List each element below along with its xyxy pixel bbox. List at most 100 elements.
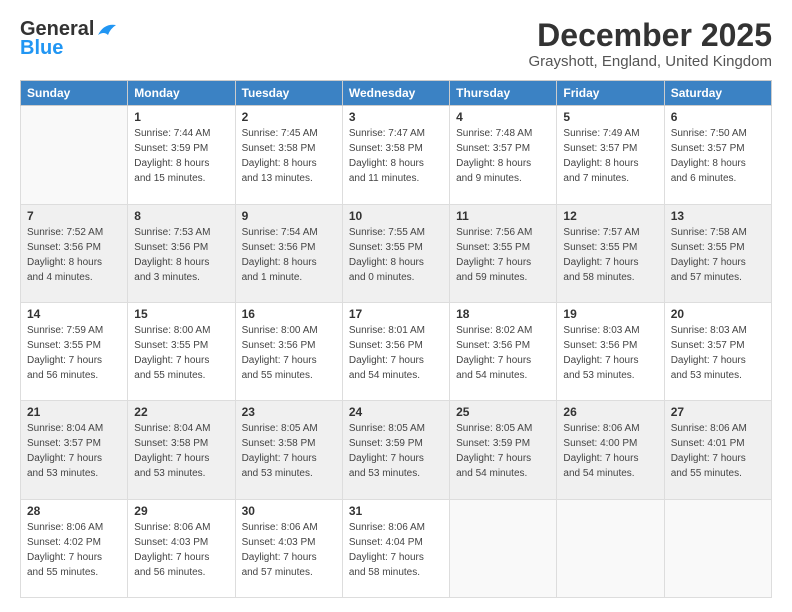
day-info: Sunrise: 8:06 AM Sunset: 4:03 PM Dayligh… bbox=[242, 520, 336, 580]
table-row: 6 Sunrise: 7:50 AM Sunset: 3:57 PM Daylig… bbox=[664, 106, 771, 204]
header-monday: Monday bbox=[128, 81, 235, 106]
day-number: 19 bbox=[563, 307, 657, 321]
table-row: 17 Sunrise: 8:01 AM Sunset: 3:56 PM Dayli… bbox=[342, 302, 449, 400]
table-row: 22 Sunrise: 8:04 AM Sunset: 3:58 PM Dayli… bbox=[128, 401, 235, 499]
calendar-table: Sunday Monday Tuesday Wednesday Thursday… bbox=[20, 80, 772, 598]
table-row: 10Sunrise: 7:55 AM Sunset: 3:55 PM Dayli… bbox=[342, 204, 449, 302]
week-row-5: 28Sunrise: 8:06 AM Sunset: 4:02 PM Dayli… bbox=[21, 499, 772, 597]
day-number: 2 bbox=[242, 110, 336, 124]
table-row: 24Sunrise: 8:05 AM Sunset: 3:59 PM Dayli… bbox=[342, 401, 449, 499]
day-number: 20 bbox=[671, 307, 765, 321]
day-info: Sunrise: 8:06 AM Sunset: 4:02 PM Dayligh… bbox=[27, 520, 121, 580]
week-row-3: 14Sunrise: 7:59 AM Sunset: 3:55 PM Dayli… bbox=[21, 302, 772, 400]
day-info: Sunrise: 8:03 AM Sunset: 3:56 PM Dayligh… bbox=[563, 323, 657, 383]
table-row bbox=[557, 499, 664, 597]
day-number: 22 bbox=[134, 405, 228, 419]
month-title: December 2025 bbox=[529, 18, 772, 53]
day-number: 15 bbox=[134, 307, 228, 321]
table-row: 15 Sunrise: 8:00 AM Sunset: 3:55 PM Dayli… bbox=[128, 302, 235, 400]
day-number: 9 bbox=[242, 209, 336, 223]
day-number: 27 bbox=[671, 405, 765, 419]
day-info: Sunrise: 8:03 AM Sunset: 3:57 PM Dayligh… bbox=[671, 323, 765, 383]
day-info: Sunrise: 8:06 AM Sunset: 4:03 PM Dayligh… bbox=[134, 520, 228, 580]
table-row: 31 Sunrise: 8:06 AM Sunset: 4:04 PM Dayli… bbox=[342, 499, 449, 597]
day-info: Sunrise: 7:49 AM Sunset: 3:57 PM Dayligh… bbox=[563, 126, 657, 186]
table-row: 13Sunrise: 7:58 AM Sunset: 3:55 PM Dayli… bbox=[664, 204, 771, 302]
table-row bbox=[21, 106, 128, 204]
table-row: 2 Sunrise: 7:45 AM Sunset: 3:58 PM Daylig… bbox=[235, 106, 342, 204]
day-number: 6 bbox=[671, 110, 765, 124]
table-row: 29 Sunrise: 8:06 AM Sunset: 4:03 PM Dayli… bbox=[128, 499, 235, 597]
day-info: Sunrise: 8:05 AM Sunset: 3:58 PM Dayligh… bbox=[242, 421, 336, 481]
day-number: 26 bbox=[563, 405, 657, 419]
table-row: 28Sunrise: 8:06 AM Sunset: 4:02 PM Dayli… bbox=[21, 499, 128, 597]
day-number: 14 bbox=[27, 307, 121, 321]
day-number: 31 bbox=[349, 504, 443, 518]
week-row-1: 1 Sunrise: 7:44 AM Sunset: 3:59 PM Daylig… bbox=[21, 106, 772, 204]
logo-bird-icon bbox=[96, 21, 118, 39]
table-row: 3Sunrise: 7:47 AM Sunset: 3:58 PM Daylig… bbox=[342, 106, 449, 204]
table-row: 7 Sunrise: 7:52 AM Sunset: 3:56 PM Daylig… bbox=[21, 204, 128, 302]
table-row: 4Sunrise: 7:48 AM Sunset: 3:57 PM Daylig… bbox=[450, 106, 557, 204]
day-info: Sunrise: 8:00 AM Sunset: 3:56 PM Dayligh… bbox=[242, 323, 336, 383]
day-info: Sunrise: 7:58 AM Sunset: 3:55 PM Dayligh… bbox=[671, 225, 765, 285]
header-friday: Friday bbox=[557, 81, 664, 106]
day-number: 29 bbox=[134, 504, 228, 518]
day-number: 23 bbox=[242, 405, 336, 419]
day-number: 16 bbox=[242, 307, 336, 321]
calendar-header-row: Sunday Monday Tuesday Wednesday Thursday… bbox=[21, 81, 772, 106]
day-number: 18 bbox=[456, 307, 550, 321]
header: General Blue December 2025 Grayshott, En… bbox=[20, 18, 772, 70]
day-info: Sunrise: 7:52 AM Sunset: 3:56 PM Dayligh… bbox=[27, 225, 121, 285]
logo-blue: Blue bbox=[20, 37, 63, 60]
day-info: Sunrise: 7:44 AM Sunset: 3:59 PM Dayligh… bbox=[134, 126, 228, 186]
header-saturday: Saturday bbox=[664, 81, 771, 106]
table-row: 30 Sunrise: 8:06 AM Sunset: 4:03 PM Dayli… bbox=[235, 499, 342, 597]
table-row: 14Sunrise: 7:59 AM Sunset: 3:55 PM Dayli… bbox=[21, 302, 128, 400]
week-row-2: 7 Sunrise: 7:52 AM Sunset: 3:56 PM Daylig… bbox=[21, 204, 772, 302]
day-info: Sunrise: 8:04 AM Sunset: 3:58 PM Dayligh… bbox=[134, 421, 228, 481]
day-info: Sunrise: 8:05 AM Sunset: 3:59 PM Dayligh… bbox=[456, 421, 550, 481]
table-row: 11 Sunrise: 7:56 AM Sunset: 3:55 PM Dayli… bbox=[450, 204, 557, 302]
day-info: Sunrise: 7:50 AM Sunset: 3:57 PM Dayligh… bbox=[671, 126, 765, 186]
day-info: Sunrise: 8:06 AM Sunset: 4:04 PM Dayligh… bbox=[349, 520, 443, 580]
location: Grayshott, England, United Kingdom bbox=[529, 53, 772, 70]
table-row: 16 Sunrise: 8:00 AM Sunset: 3:56 PM Dayli… bbox=[235, 302, 342, 400]
day-number: 5 bbox=[563, 110, 657, 124]
day-info: Sunrise: 7:55 AM Sunset: 3:55 PM Dayligh… bbox=[349, 225, 443, 285]
header-thursday: Thursday bbox=[450, 81, 557, 106]
day-info: Sunrise: 8:05 AM Sunset: 3:59 PM Dayligh… bbox=[349, 421, 443, 481]
day-number: 30 bbox=[242, 504, 336, 518]
table-row bbox=[450, 499, 557, 597]
table-row: 21 Sunrise: 8:04 AM Sunset: 3:57 PM Dayli… bbox=[21, 401, 128, 499]
table-row: 23 Sunrise: 8:05 AM Sunset: 3:58 PM Dayli… bbox=[235, 401, 342, 499]
day-info: Sunrise: 7:53 AM Sunset: 3:56 PM Dayligh… bbox=[134, 225, 228, 285]
page: General Blue December 2025 Grayshott, En… bbox=[0, 0, 792, 612]
day-info: Sunrise: 8:00 AM Sunset: 3:55 PM Dayligh… bbox=[134, 323, 228, 383]
day-number: 1 bbox=[134, 110, 228, 124]
day-info: Sunrise: 7:54 AM Sunset: 3:56 PM Dayligh… bbox=[242, 225, 336, 285]
day-number: 11 bbox=[456, 209, 550, 223]
table-row: 18Sunrise: 8:02 AM Sunset: 3:56 PM Dayli… bbox=[450, 302, 557, 400]
title-block: December 2025 Grayshott, England, United… bbox=[529, 18, 772, 70]
table-row: 26Sunrise: 8:06 AM Sunset: 4:00 PM Dayli… bbox=[557, 401, 664, 499]
day-info: Sunrise: 7:56 AM Sunset: 3:55 PM Dayligh… bbox=[456, 225, 550, 285]
day-info: Sunrise: 7:45 AM Sunset: 3:58 PM Dayligh… bbox=[242, 126, 336, 186]
day-info: Sunrise: 8:01 AM Sunset: 3:56 PM Dayligh… bbox=[349, 323, 443, 383]
table-row: 1 Sunrise: 7:44 AM Sunset: 3:59 PM Daylig… bbox=[128, 106, 235, 204]
day-number: 4 bbox=[456, 110, 550, 124]
table-row: 9 Sunrise: 7:54 AM Sunset: 3:56 PM Daylig… bbox=[235, 204, 342, 302]
table-row: 5 Sunrise: 7:49 AM Sunset: 3:57 PM Daylig… bbox=[557, 106, 664, 204]
day-number: 17 bbox=[349, 307, 443, 321]
day-info: Sunrise: 7:57 AM Sunset: 3:55 PM Dayligh… bbox=[563, 225, 657, 285]
day-number: 21 bbox=[27, 405, 121, 419]
day-number: 7 bbox=[27, 209, 121, 223]
table-row: 19 Sunrise: 8:03 AM Sunset: 3:56 PM Dayli… bbox=[557, 302, 664, 400]
day-info: Sunrise: 8:04 AM Sunset: 3:57 PM Dayligh… bbox=[27, 421, 121, 481]
week-row-4: 21 Sunrise: 8:04 AM Sunset: 3:57 PM Dayli… bbox=[21, 401, 772, 499]
table-row bbox=[664, 499, 771, 597]
day-number: 8 bbox=[134, 209, 228, 223]
day-info: Sunrise: 8:06 AM Sunset: 4:01 PM Dayligh… bbox=[671, 421, 765, 481]
day-number: 25 bbox=[456, 405, 550, 419]
header-wednesday: Wednesday bbox=[342, 81, 449, 106]
